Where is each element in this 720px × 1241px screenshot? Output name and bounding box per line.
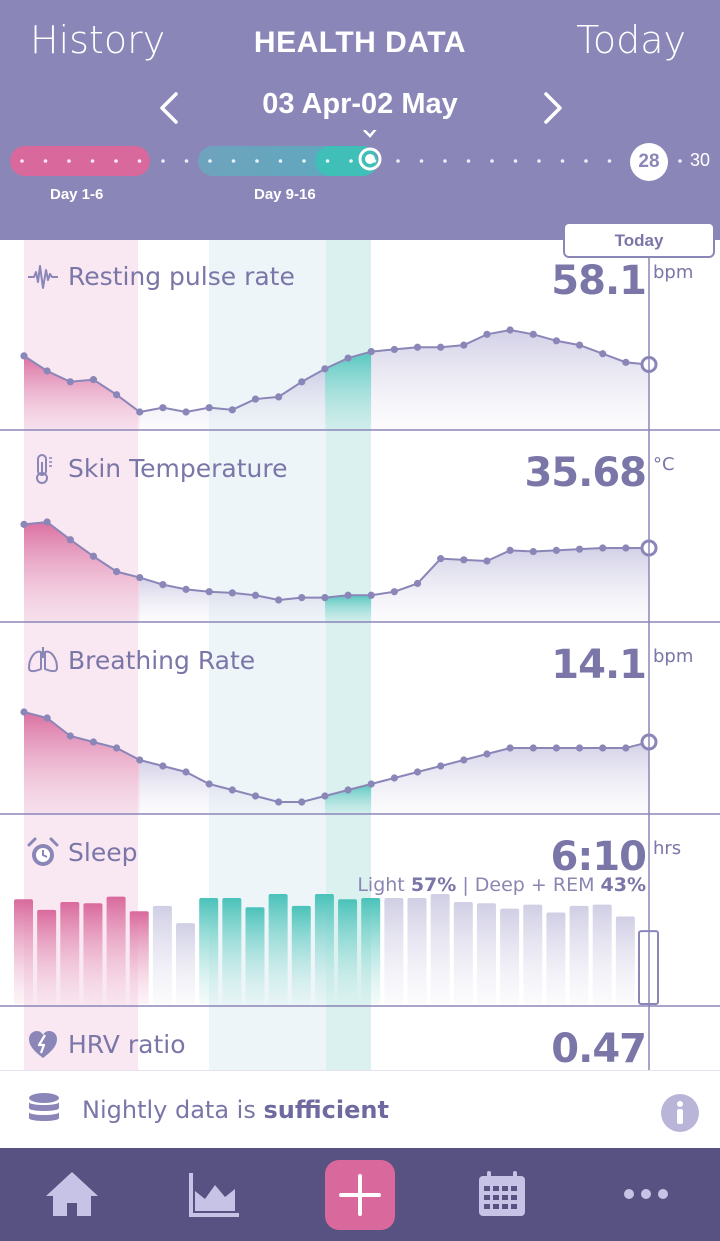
fertile-phase-label: Day 9-16 <box>254 186 316 203</box>
bottom-navigation <box>0 1148 720 1241</box>
date-range: 03 Apr-02 May <box>262 88 458 120</box>
metric-value: 35.68 <box>524 450 647 496</box>
metric-label: Skin Temperature <box>68 454 288 483</box>
timeline-dot <box>114 159 118 163</box>
metric-label: Sleep <box>68 838 138 867</box>
timeline-dot <box>208 159 212 163</box>
current-day-badge[interactable]: 28 <box>630 143 668 181</box>
database-icon <box>29 1093 59 1121</box>
status-emphasis: sufficient <box>263 1096 389 1124</box>
period-phase-label: Day 1-6 <box>50 186 104 203</box>
nav-trends-button[interactable] <box>182 1164 246 1224</box>
ovulation-marker-core <box>365 154 375 164</box>
deep-label: Deep + REM <box>474 874 595 896</box>
timeline-dot <box>419 159 424 163</box>
metric-hrv-ratio[interactable]: HRV ratio 0.47 <box>0 1008 720 1070</box>
today-link[interactable]: Today <box>576 18 686 62</box>
timeline-dot <box>302 159 306 163</box>
metric-breathing-rate[interactable]: Breathing Rate 14.1 bpm <box>0 624 720 816</box>
timeline-dot <box>466 159 471 163</box>
timeline-dot <box>513 159 518 163</box>
timeline-dot <box>584 159 588 163</box>
deep-percent: 43% <box>600 874 646 896</box>
sleep-breakdown: Light 57% | Deep + REM 43% <box>357 874 646 896</box>
timeline-dot <box>90 159 95 163</box>
timeline-dot <box>325 159 330 163</box>
timeline-dot <box>443 159 447 163</box>
period-bar <box>10 146 150 176</box>
metric-value: 0.47 <box>551 1026 647 1070</box>
data-status-bar: Nightly data is sufficient <box>0 1070 720 1148</box>
timeline-dot <box>678 159 682 163</box>
more-icon <box>624 1189 668 1199</box>
timeline-dot <box>184 159 189 163</box>
timeline-dot <box>490 159 494 163</box>
light-label: Light <box>357 874 405 896</box>
metric-label: Resting pulse rate <box>68 262 295 291</box>
breakdown-separator: | <box>462 874 469 896</box>
health-charts: Resting pulse rate 58.1 bpm Skin Tempera… <box>0 240 720 1070</box>
light-percent: 57% <box>410 874 457 896</box>
cycle-length-label: 30 <box>690 150 711 170</box>
thermometer-icon <box>36 454 52 484</box>
calendar-icon <box>479 1171 525 1216</box>
metric-value: 14.1 <box>551 642 647 688</box>
nav-more-button[interactable] <box>614 1164 678 1224</box>
metric-unit: hrs <box>653 838 682 859</box>
timeline-dot <box>349 159 353 163</box>
nav-home-button[interactable] <box>40 1164 104 1224</box>
timeline-dot <box>607 159 612 163</box>
status-prefix: Nightly data is <box>82 1096 256 1124</box>
home-icon <box>46 1172 98 1216</box>
today-tab[interactable]: Today <box>563 222 715 258</box>
timeline-dot <box>537 159 541 163</box>
timeline-dot <box>20 159 24 163</box>
metric-value: 58.1 <box>551 258 647 304</box>
trends-icon <box>189 1173 239 1217</box>
add-icon <box>339 1174 381 1216</box>
alarm-clock-icon <box>27 837 59 866</box>
metric-resting-pulse[interactable]: Resting pulse rate 58.1 bpm <box>0 240 720 432</box>
timeline-dot <box>161 159 165 163</box>
metric-unit: °C <box>653 454 675 475</box>
metric-label: Breathing Rate <box>68 646 256 675</box>
lungs-icon <box>28 647 58 673</box>
metric-skin-temperature[interactable]: Skin Temperature 35.68 °C <box>0 432 720 624</box>
timeline-dot <box>67 159 71 163</box>
info-icon[interactable] <box>660 1093 700 1133</box>
data-status-text: Nightly data is sufficient <box>82 1096 389 1124</box>
cycle-track <box>10 123 682 176</box>
add-entry-button[interactable] <box>325 1160 395 1230</box>
chevron-right-icon[interactable] <box>532 88 572 128</box>
timeline-dot <box>278 159 283 163</box>
check-icon <box>363 123 381 138</box>
timeline-dot <box>396 159 400 163</box>
cycle-timeline[interactable]: Day 1-6 Day 9-16 28 30 <box>0 123 720 230</box>
timeline-dot <box>231 159 236 163</box>
timeline-dot <box>43 159 48 163</box>
heart-bolt-icon <box>29 1031 57 1058</box>
metric-unit: bpm <box>653 262 694 283</box>
metric-unit: bpm <box>653 646 694 667</box>
timeline-dot <box>560 159 565 163</box>
header: History HEALTH DATA Today 03 Apr-02 May … <box>0 0 720 240</box>
metric-label: HRV ratio <box>68 1030 186 1059</box>
timeline-dot <box>255 159 259 163</box>
pulse-wave-icon <box>28 265 58 289</box>
timeline-dot <box>137 159 142 163</box>
nav-calendar-button[interactable] <box>470 1164 534 1224</box>
metric-sleep[interactable]: Sleep 6:10 hrs Light 57% | Deep + REM 43… <box>0 816 720 1008</box>
